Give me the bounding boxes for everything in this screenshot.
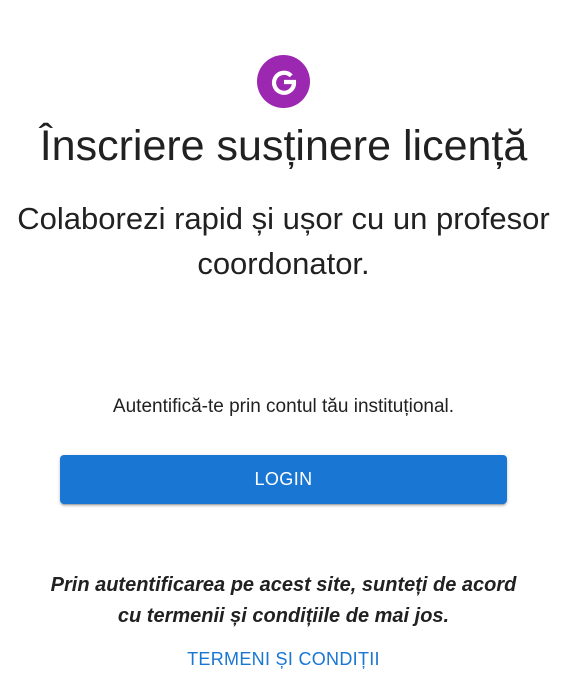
- page-title: Înscriere susținere licență: [39, 122, 528, 170]
- terms-link[interactable]: TERMENI ȘI CONDIȚII: [0, 647, 567, 671]
- logo: [257, 55, 310, 108]
- auth-hint: Autentifică-te prin contul tău instituți…: [112, 396, 455, 417]
- page-subtitle: Colaborezi rapid și ușor cu un profesor …: [17, 201, 550, 281]
- google-g-icon: [269, 67, 299, 97]
- login-page: Înscriere susținere licență Colaborezi r…: [0, 0, 575, 695]
- terms-notice: Prin autentificarea pe acest site, sunte…: [50, 574, 517, 627]
- login-button[interactable]: LOGIN: [60, 455, 507, 504]
